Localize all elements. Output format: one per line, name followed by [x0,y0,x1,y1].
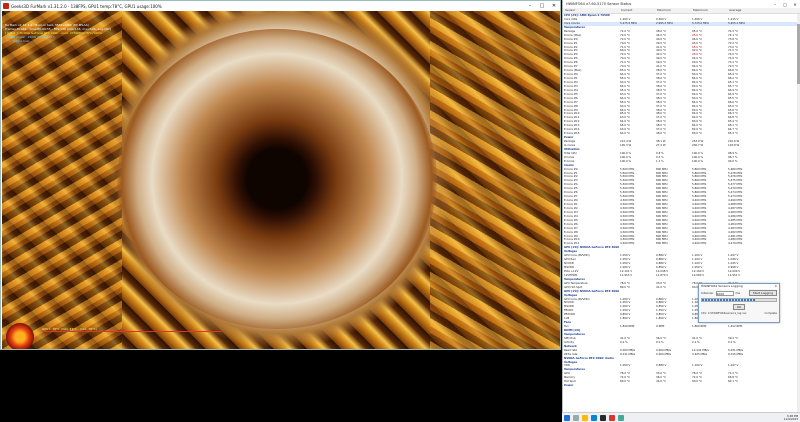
maximize-icon[interactable]: □ [536,1,548,11]
hwinfo-window: HWiNFO64 v7.60-5170 Sensor Status – □ ✕ … [562,0,800,412]
hwinfo-window-title: HWiNFO64 v7.60-5170 Sensor Status [566,2,632,6]
edge-browser-icon[interactable] [590,414,597,421]
interval-label: Interval: [701,291,714,295]
furmark-logo-icon [6,323,34,349]
close-icon[interactable]: ✕ [790,2,800,7]
furmark-window-title: Geeks3D FurMark v1.31.2.0 - 138FPS, GPU1… [11,3,162,9]
sensor-cell [619,384,655,388]
tunnel-texture-left [2,11,122,349]
temperature-graph-line [42,331,222,332]
dialog-status: CSV: C:\HWiNFO64\sensors_log.csv Complet… [699,311,779,316]
dialog-titlebar: HWiNFO64 Sensors Logging ✕ [699,284,779,289]
sensor-cell: Power [564,384,574,388]
interval-row: Interval: 2000 ms Start Logging [699,289,779,297]
dialog-title: HWiNFO64 Sensors Logging [701,284,743,288]
osd-line: - F1: toggle help [5,39,30,43]
sensor-cell [691,384,727,388]
sensor-cell [727,384,763,388]
logging-dialog: HWiNFO64 Sensors Logging ✕ Interval: 200… [698,283,780,323]
furmark-app-icon [3,3,9,9]
close-icon[interactable]: ✕ [548,1,560,11]
start-icon[interactable] [563,414,570,421]
desktop-background [0,350,562,422]
terminal-icon[interactable] [599,414,606,421]
status-path: CSV: C:\HWiNFO64\sensors_log.csv [701,312,747,315]
column-header[interactable]: Average [727,8,763,13]
hwinfo-titlebar: HWiNFO64 v7.60-5170 Sensor Status – □ ✕ [563,0,800,8]
search-icon[interactable] [572,414,579,421]
column-header[interactable]: Maximum [691,8,727,13]
progress-fill [702,299,756,301]
hwinfo-taskbar-icon[interactable] [617,414,624,421]
furmark-taskbar-icon[interactable] [608,414,615,421]
fur-donut-render [117,29,437,329]
maximize-icon[interactable]: □ [780,2,790,7]
sensor-table-body[interactable]: CPU [#0]: AMD Ryzen 9 7950X Core VIDs 1.2… [563,14,800,412]
sensor-row[interactable]: Power [563,384,800,388]
furmark-window: Geeks3D FurMark v1.31.2.0 - 138FPS, GPU1… [0,0,561,350]
tunnel-texture-right [430,11,560,349]
column-header[interactable]: Sensor [563,8,619,13]
status-state: Complete [764,312,777,315]
clock-date: 11/9/2023 [783,416,798,421]
furmark-osd: FurMark v1.31.2.0 - Burn-in test, 3840x2… [5,23,111,43]
minimize-icon[interactable]: – [524,1,536,11]
interval-input[interactable]: 2000 [715,290,734,296]
logging-progress-bar [701,298,777,302]
column-header[interactable]: Minimum [655,8,691,13]
close-icon[interactable]: ✕ [774,284,779,289]
column-header[interactable]: Current [619,8,655,13]
taskbar: 3:48 PM 11/9/2023 [562,412,800,422]
ok-button[interactable]: OK [732,304,746,310]
ok-row: OK [699,303,779,311]
furmark-render-area[interactable]: FurMark v1.31.2.0 - Burn-in test, 3840x2… [2,11,560,349]
system-clock[interactable]: 3:48 PM 11/9/2023 [783,414,800,421]
file-explorer-icon[interactable] [581,414,588,421]
minimize-icon[interactable]: – [770,2,780,7]
sensor-cell [655,384,691,388]
interval-unit: ms [735,291,741,295]
start-logging-button[interactable]: Start Logging [748,290,777,296]
furmark-titlebar: Geeks3D FurMark v1.31.2.0 - 138FPS, GPU1… [1,1,560,11]
